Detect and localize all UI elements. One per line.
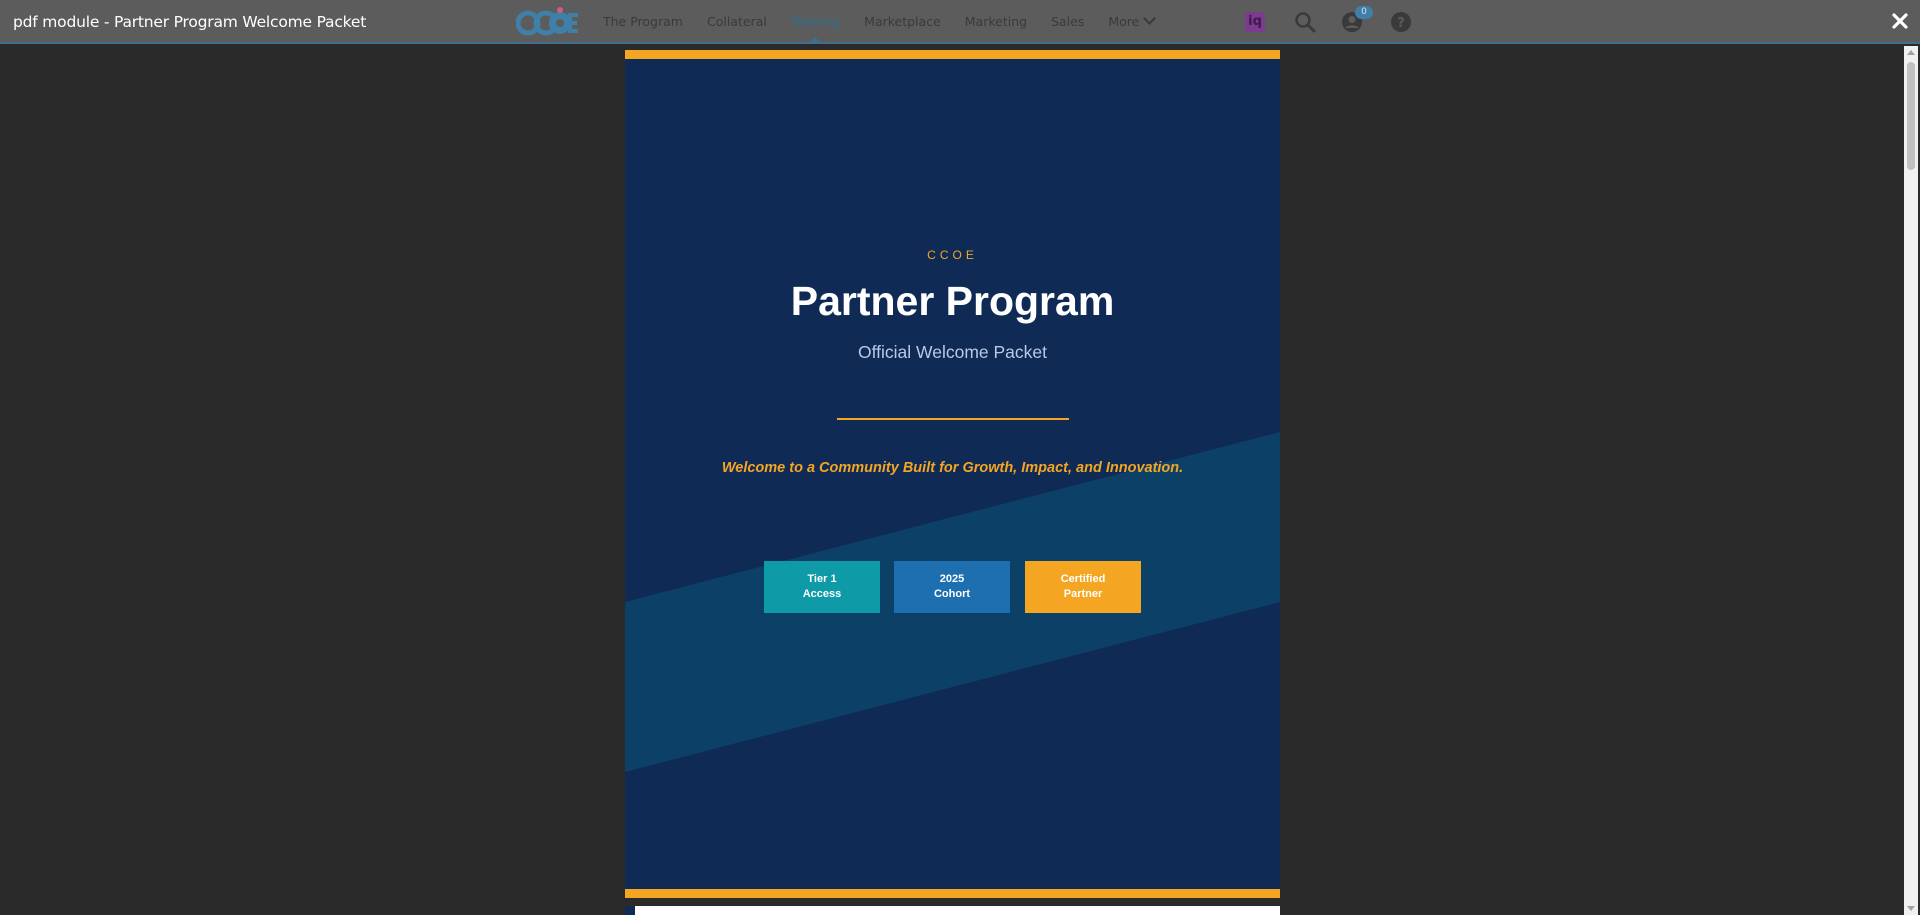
ccoe-logo[interactable] [516,6,580,38]
search-icon[interactable] [1293,10,1317,34]
tile-line: Certified [1060,573,1106,585]
pdf-page-next-edge [625,906,635,915]
tile-line: Tier 1 [807,573,837,585]
tile-line: Cohort [933,588,971,600]
scroll-thumb[interactable] [1907,62,1915,170]
tile-tier-1-access: Tier 1 Access [764,561,880,613]
nav-item-the-program[interactable]: The Program [603,14,683,29]
pdf-viewer[interactable]: CCOE Partner Program Official Welcome Pa… [0,46,1920,915]
help-icon[interactable]: ? [1389,10,1413,34]
nav-item-sales[interactable]: Sales [1051,14,1084,29]
top-bar: pdf module - Partner Program Welcome Pac… [0,0,1920,44]
tile-certified-partner: Certified Partner [1025,561,1141,613]
nav-item-marketplace[interactable]: Marketplace [864,14,941,29]
pdf-page-next [625,906,1280,915]
tile-line: Access [802,588,842,600]
document-subtitle: Official Welcome Packet [857,342,1047,362]
scroll-up-arrow-icon[interactable] [1907,50,1915,55]
nav-item-training[interactable]: Training [791,14,840,43]
vertical-scrollbar[interactable] [1904,46,1918,915]
nav-item-more[interactable]: More [1108,12,1157,29]
document-title: Partner Program [790,278,1115,324]
nav-item-marketing[interactable]: Marketing [965,14,1027,29]
scroll-down-arrow-icon[interactable] [1907,906,1915,911]
main-nav: The Program Collateral Training Marketpl… [603,12,1178,43]
close-icon[interactable] [1890,11,1910,31]
document-org: CCOE [927,248,978,262]
window-title: pdf module - Partner Program Welcome Pac… [13,13,367,31]
pdf-page-cover: CCOE Partner Program Official Welcome Pa… [625,50,1280,898]
nav-item-more-label: More [1108,14,1140,29]
document-tagline: Welcome to a Community Built for Growth,… [721,460,1184,476]
tile-line: 2025 [939,573,965,585]
divider-line [837,418,1069,420]
bottom-accent-band [625,889,1280,898]
chevron-down-icon [1143,12,1157,25]
nav-item-collateral[interactable]: Collateral [707,14,767,29]
svg-text:?: ? [1397,16,1405,31]
top-accent-band [625,50,1280,59]
iq-icon[interactable]: iq [1245,12,1265,32]
tile-line: Partner [1063,588,1103,600]
tile-2025-cohort: 2025 Cohort [894,561,1010,613]
notification-badge: 0 [1355,6,1373,19]
